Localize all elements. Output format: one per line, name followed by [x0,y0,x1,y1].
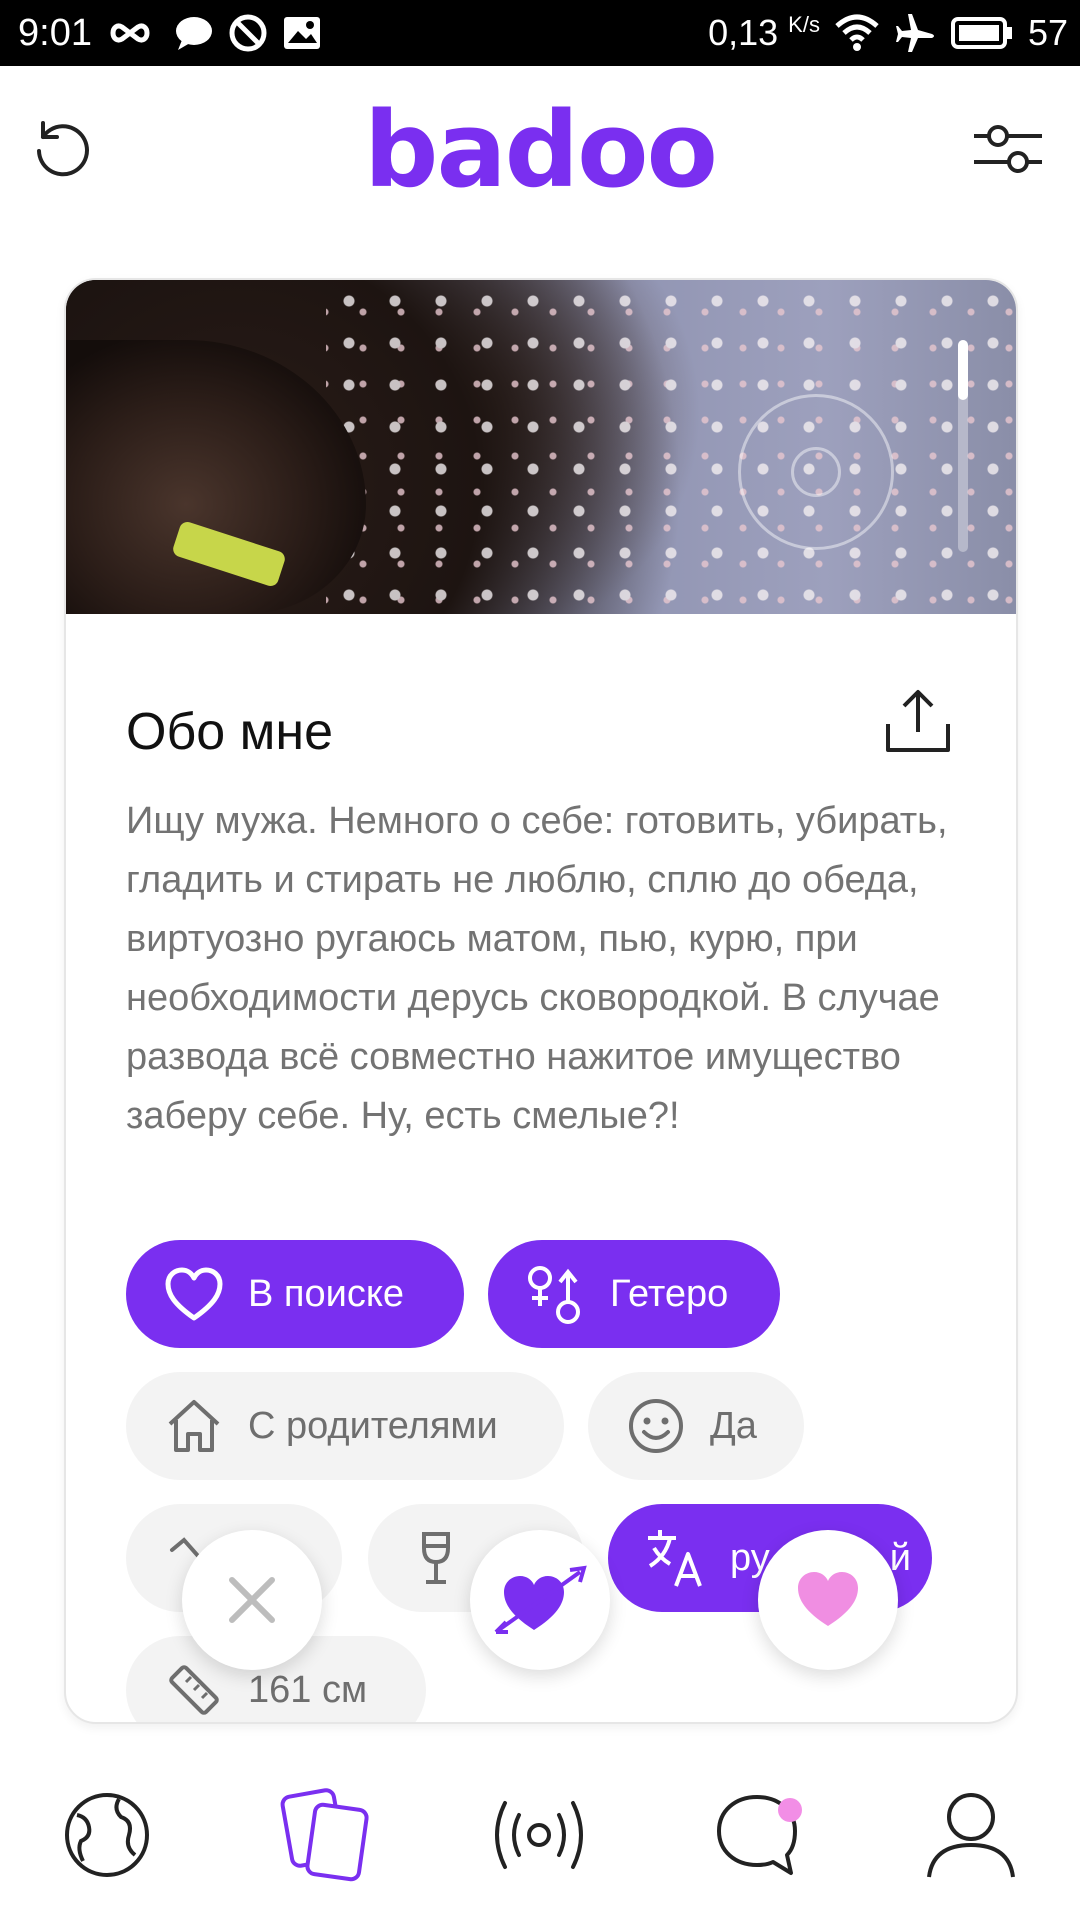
badoo-logo: badoo [364,89,718,211]
house-icon [162,1394,226,1458]
close-icon [229,1577,275,1623]
share-icon [886,690,950,752]
chip-looking-label: В поиске [248,1272,405,1315]
gallery-icon [284,17,320,49]
heart-outline-icon [162,1262,226,1326]
undo-button[interactable] [26,112,96,182]
about-text: Ищу мужа. Немного о себе: готовить, убир… [126,800,948,1137]
messages-notification-dot [778,1798,802,1822]
chip-language-end: й [889,1536,911,1579]
chip-living: С родителями [126,1372,564,1480]
wifi-icon [835,14,879,51]
photo-shadow [66,340,366,614]
nav-people-nearby[interactable] [52,1780,162,1890]
photo-scroll-thumb [958,340,968,400]
status-time: 9:01 [18,12,92,54]
chip-orientation: Гетеро [488,1240,780,1348]
network-speed: 0,13 K/s [708,12,820,54]
smiley-icon [624,1394,688,1458]
status-bar: 9:01 0,13 K/s 57 [0,0,1080,66]
profile-icon [927,1793,1015,1878]
cards-icon [280,1788,369,1882]
ruler-icon [162,1658,226,1722]
speed-value: 0,13 [708,12,779,53]
chip-kids-label: Да [710,1404,757,1447]
globe-icon [65,1793,149,1877]
photo-scroll-indicator [958,340,968,552]
battery-icon [950,17,1012,49]
about-title: Обо мне [126,703,333,761]
chip-kids: Да [588,1372,804,1480]
nav-live[interactable] [484,1780,594,1890]
airplane-icon [895,14,934,52]
photo-dress-pattern [326,280,1016,614]
gender-symbols-icon [524,1262,588,1326]
like-button[interactable] [758,1530,898,1670]
heart-icon [798,1572,858,1626]
nav-profile[interactable] [916,1780,1026,1890]
app-header: badoo [0,66,1080,236]
status-left-icons [108,12,322,54]
watermark-logo [738,394,894,550]
chip-looking: В поиске [126,1240,464,1348]
dislike-button[interactable] [182,1530,322,1670]
status-right: 0,13 K/s 57 [708,10,1068,56]
undo-icon [37,121,89,177]
filter-button[interactable] [970,112,1046,188]
nav-messages[interactable] [702,1780,812,1890]
chat-bubble-icon [176,17,212,50]
filter-sliders-icon [974,125,1042,173]
bottom-navigation [0,1780,1080,1920]
infinity-icon [110,23,150,43]
crush-button[interactable] [470,1530,610,1670]
share-button[interactable] [882,686,954,758]
do-not-disturb-icon [229,14,267,52]
broadcast-icon [495,1801,583,1869]
translate-icon [644,1526,708,1590]
nav-encounters[interactable] [270,1780,380,1890]
profile-card[interactable]: Обо мне Ищу мужа. Немного о себе: готови… [64,278,1018,1724]
chip-height-label: 161 см [248,1668,368,1711]
chip-orientation-label: Гетеро [610,1272,729,1315]
battery-level: 57 [1027,12,1068,53]
chip-living-label: С родителями [248,1404,498,1447]
wine-glass-icon [404,1526,468,1590]
speed-unit: K/s [788,12,820,37]
profile-photo[interactable] [66,280,1016,614]
cupid-heart-icon [494,1565,587,1634]
